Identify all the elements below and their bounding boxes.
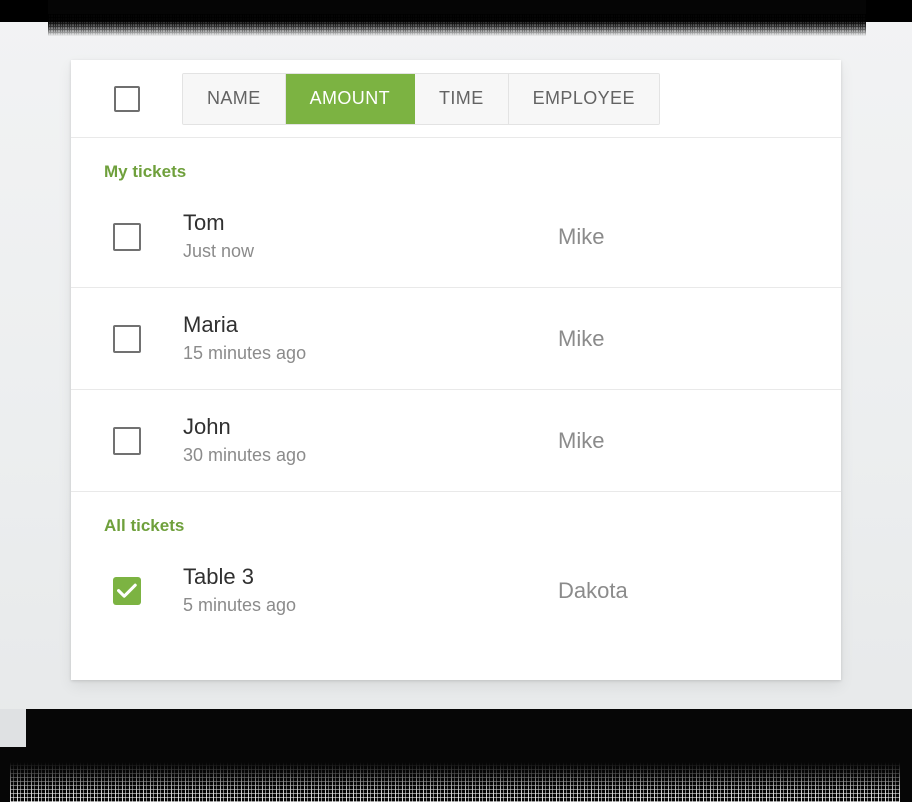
row-employee: Mike: [558, 428, 841, 454]
tab-time[interactable]: TIME: [415, 74, 509, 124]
tab-amount-label: AMOUNT: [310, 88, 390, 109]
row-checkbox-cell: [71, 325, 182, 353]
checkbox-checked-icon[interactable]: [113, 577, 141, 605]
tab-amount[interactable]: AMOUNT: [286, 74, 415, 124]
tab-employee[interactable]: EMPLOYEE: [509, 74, 659, 124]
table-row[interactable]: John 30 minutes ago Mike: [71, 390, 841, 492]
row-timestamp: 15 minutes ago: [183, 340, 558, 366]
tab-name[interactable]: NAME: [183, 74, 286, 124]
checkbox-unchecked-icon[interactable]: [113, 223, 141, 251]
row-checkbox-cell: [71, 577, 182, 605]
crop-noise-bottom: [10, 762, 900, 802]
row-checkbox-cell: [71, 427, 182, 455]
row-main: Maria 15 minutes ago: [182, 311, 558, 366]
select-all-cell: [71, 86, 182, 112]
row-employee: Mike: [558, 326, 841, 352]
sort-tab-group: NAME AMOUNT TIME EMPLOYEE: [182, 73, 660, 125]
page-backdrop: NAME AMOUNT TIME EMPLOYEE My tickets: [0, 0, 912, 802]
tickets-card: NAME AMOUNT TIME EMPLOYEE My tickets: [71, 60, 841, 680]
table-row[interactable]: Maria 15 minutes ago Mike: [71, 288, 841, 390]
row-main: Tom Just now: [182, 209, 558, 264]
row-employee: Dakota: [558, 578, 841, 604]
row-title: Table 3: [183, 563, 558, 591]
row-title: Maria: [183, 311, 558, 339]
section-all-tickets: All tickets Table 3 5 minutes ago Dakota: [71, 492, 841, 641]
checkbox-unchecked-icon[interactable]: [113, 325, 141, 353]
tab-name-label: NAME: [207, 88, 261, 109]
card-header: NAME AMOUNT TIME EMPLOYEE: [71, 60, 841, 138]
table-row[interactable]: Table 3 5 minutes ago Dakota: [71, 540, 841, 641]
checkbox-unchecked-icon[interactable]: [114, 86, 140, 112]
section-title-my-tickets: My tickets: [71, 138, 841, 186]
section-my-tickets: My tickets Tom Just now Mike Maria 15 mi…: [71, 138, 841, 492]
tab-time-label: TIME: [439, 88, 484, 109]
crop-band-bottom-notch: [0, 709, 26, 747]
row-checkbox-cell: [71, 223, 182, 251]
row-timestamp: 30 minutes ago: [183, 442, 558, 468]
table-row[interactable]: Tom Just now Mike: [71, 186, 841, 288]
row-title: John: [183, 413, 558, 441]
checkbox-unchecked-icon[interactable]: [113, 427, 141, 455]
row-timestamp: 5 minutes ago: [183, 592, 558, 618]
crop-noise-top: [48, 14, 866, 36]
row-employee: Mike: [558, 224, 841, 250]
section-title-all-tickets: All tickets: [71, 492, 841, 540]
tab-employee-label: EMPLOYEE: [533, 88, 635, 109]
row-timestamp: Just now: [183, 238, 558, 264]
row-main: John 30 minutes ago: [182, 413, 558, 468]
row-main: Table 3 5 minutes ago: [182, 563, 558, 618]
row-title: Tom: [183, 209, 558, 237]
